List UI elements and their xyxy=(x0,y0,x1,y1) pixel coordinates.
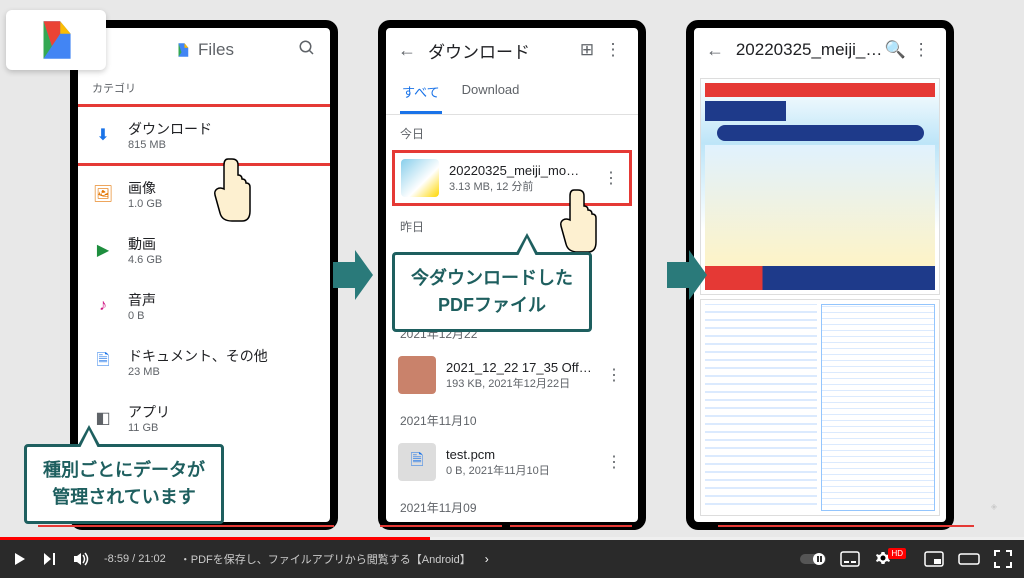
find-in-page-icon[interactable]: 🔍 xyxy=(882,40,908,60)
underline-decoration xyxy=(380,525,502,527)
back-icon[interactable]: ← xyxy=(398,40,420,61)
play-button[interactable] xyxy=(12,551,28,567)
category-documents[interactable]: 🗎 ドキュメント、その他23 MB xyxy=(78,334,330,390)
hd-badge: HD xyxy=(888,548,906,559)
autoplay-toggle[interactable] xyxy=(800,552,826,566)
callout-pdf-file: 今ダウンロードした PDFファイル xyxy=(392,252,592,332)
captions-button[interactable] xyxy=(840,551,860,567)
pdf-title: 20220325_meiji_… xyxy=(728,40,883,60)
arrow-icon xyxy=(332,250,374,300)
video-chapter-title[interactable]: ・PDFを保存し、ファイルアプリから閲覧する【Android】 xyxy=(180,551,471,567)
pdf-content[interactable] xyxy=(694,72,946,522)
callout-category-explanation: 種別ごとにデータが 管理されています xyxy=(24,444,224,524)
file-menu-icon[interactable]: ⋮ xyxy=(599,168,623,188)
file-menu-icon[interactable]: ⋮ xyxy=(602,365,626,385)
files-app-header: Files xyxy=(78,28,330,72)
image-icon: 🖼 xyxy=(92,183,114,205)
video-player-controls: -8:59 / 21:02 ・PDFを保存し、ファイルアプリから閲覧する【And… xyxy=(0,540,1024,578)
files-header-title: Files xyxy=(198,40,234,60)
file-menu-icon[interactable]: ⋮ xyxy=(602,452,626,472)
watermark-logo: ◈ xyxy=(976,482,1012,530)
search-icon[interactable] xyxy=(298,39,316,62)
category-name: ダウンロード xyxy=(128,119,212,139)
pdf-page-1 xyxy=(700,78,940,295)
arrow-icon xyxy=(666,250,708,300)
category-images[interactable]: 🖼 画像1.0 GB xyxy=(78,166,330,222)
file-thumbnail xyxy=(401,159,439,197)
tab-download[interactable]: Download xyxy=(460,72,522,114)
file-test-pcm[interactable]: 🗎 test.pcm0 B, 2021年11月10日 ⋮ xyxy=(386,435,638,489)
settings-button[interactable]: HD xyxy=(874,550,910,568)
underline-decoration xyxy=(718,525,974,527)
back-icon[interactable]: ← xyxy=(706,40,728,61)
category-downloads[interactable]: ⬇ ダウンロード815 MB xyxy=(75,104,333,166)
more-icon[interactable]: ⋮ xyxy=(908,40,934,60)
grid-view-icon[interactable]: ⊞ xyxy=(574,40,600,60)
section-date-nov10: 2021年11月10 xyxy=(386,402,638,435)
download-icon: ⬇ xyxy=(92,124,114,146)
underline-decoration xyxy=(38,525,334,527)
file-icon: 🗎 xyxy=(398,443,436,481)
miniplayer-button[interactable] xyxy=(924,551,944,567)
video-time: -8:59 / 21:02 xyxy=(104,553,166,565)
files-app-logo-badge xyxy=(6,10,106,70)
section-date-nov09: 2021年11月09 xyxy=(386,489,638,522)
category-videos[interactable]: ▶ 動画4.6 GB xyxy=(78,222,330,278)
underline-decoration xyxy=(510,525,632,527)
volume-button[interactable] xyxy=(72,550,90,568)
audio-icon: ♪ xyxy=(92,295,114,317)
category-section-label: カテゴリ xyxy=(78,72,330,104)
pointing-hand-icon xyxy=(552,186,602,256)
pdf-page-2 xyxy=(700,299,940,516)
document-icon: 🗎 xyxy=(92,351,114,373)
section-today: 今日 xyxy=(386,115,638,148)
fullscreen-button[interactable] xyxy=(994,550,1012,568)
phone-pdf-viewer: ← 20220325_meiji_… 🔍 ⋮ xyxy=(686,20,954,530)
downloads-title: ダウンロード xyxy=(420,38,574,63)
category-size: 815 MB xyxy=(128,139,212,151)
category-audio[interactable]: ♪ 音声0 B xyxy=(78,278,330,334)
more-icon[interactable]: ⋮ xyxy=(600,40,626,60)
category-apps[interactable]: ◧ アプリ11 GB xyxy=(78,390,330,446)
video-icon: ▶ xyxy=(92,239,114,261)
pointing-hand-icon xyxy=(206,155,256,225)
tab-all[interactable]: すべて xyxy=(400,72,442,114)
theater-mode-button[interactable] xyxy=(958,551,980,567)
chevron-right-icon[interactable]: › xyxy=(485,552,489,566)
next-button[interactable] xyxy=(42,551,58,567)
file-office[interactable]: 2021_12_22 17_35 Office …193 KB, 2021年12… xyxy=(386,348,638,402)
file-thumbnail xyxy=(398,356,436,394)
